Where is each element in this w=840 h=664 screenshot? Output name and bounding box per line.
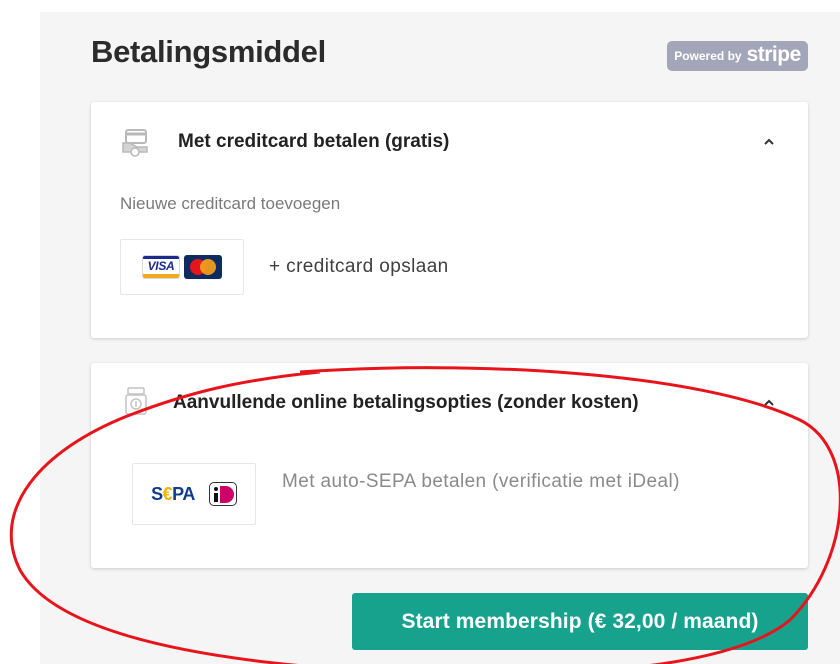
new-creditcard-label: Nieuwe creditcard toevoegen bbox=[120, 194, 341, 213]
stripe-logo: stripe bbox=[746, 42, 802, 66]
powered-by-stripe-badge[interactable]: Powered by stripe bbox=[667, 41, 808, 71]
page-title: Betalingsmiddel bbox=[91, 34, 326, 69]
money-icon bbox=[119, 385, 153, 419]
badge-prefix: Powered by bbox=[674, 49, 742, 63]
start-membership-button[interactable]: Start membership (€ 32,00 / maand) bbox=[352, 593, 808, 650]
creditcard-section: Met creditcard betalen (gratis) Nieuwe c… bbox=[91, 102, 808, 338]
sepa-logo: S€PA bbox=[151, 483, 195, 504]
chevron-up-icon[interactable] bbox=[762, 396, 776, 410]
sepa-ideal-logos[interactable]: S€PA bbox=[132, 463, 256, 525]
mastercard-logo bbox=[184, 255, 222, 279]
visa-logo-text: VISA bbox=[147, 259, 175, 273]
online-section-title[interactable]: Aanvullende online betalingsopties (zond… bbox=[173, 392, 639, 414]
card-brand-logos[interactable]: VISA bbox=[120, 239, 244, 295]
add-creditcard-link[interactable]: + creditcard opslaan bbox=[269, 256, 449, 278]
visa-logo: VISA bbox=[142, 255, 180, 279]
online-payment-section: Aanvullende online betalingsopties (zond… bbox=[91, 363, 808, 568]
card-hand-icon bbox=[119, 125, 153, 159]
auto-sepa-option-label[interactable]: Met auto-SEPA betalen (verificatie met i… bbox=[282, 467, 722, 496]
chevron-up-icon[interactable] bbox=[762, 135, 776, 149]
creditcard-section-title[interactable]: Met creditcard betalen (gratis) bbox=[178, 131, 449, 153]
ideal-logo bbox=[208, 482, 237, 506]
